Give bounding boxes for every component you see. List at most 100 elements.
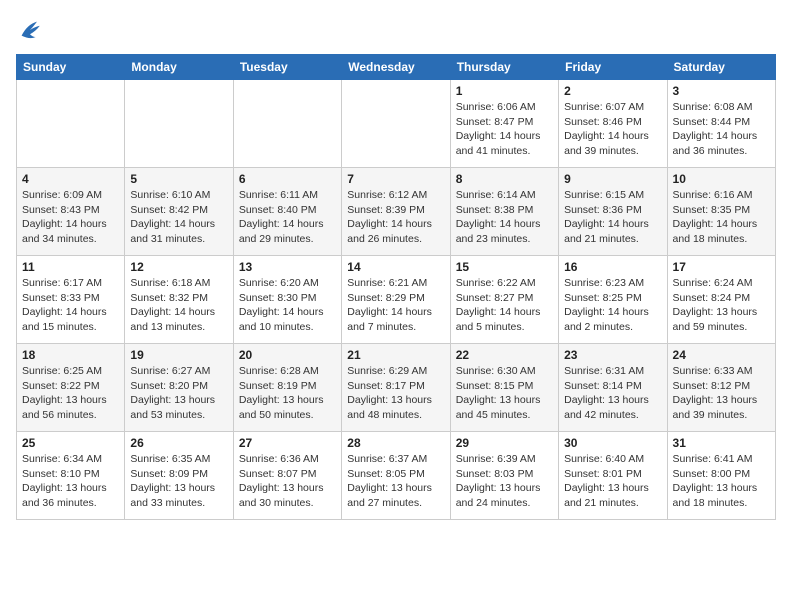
calendar-cell: 19 Sunrise: 6:27 AM Sunset: 8:20 PM Dayl… <box>125 344 233 432</box>
calendar-cell: 26 Sunrise: 6:35 AM Sunset: 8:09 PM Dayl… <box>125 432 233 520</box>
day-number: 6 <box>239 172 336 186</box>
day-detail: Sunrise: 6:12 AM Sunset: 8:39 PM Dayligh… <box>347 188 444 247</box>
calendar-cell: 21 Sunrise: 6:29 AM Sunset: 8:17 PM Dayl… <box>342 344 450 432</box>
day-number: 23 <box>564 348 661 362</box>
calendar-cell <box>233 80 341 168</box>
calendar-cell: 22 Sunrise: 6:30 AM Sunset: 8:15 PM Dayl… <box>450 344 558 432</box>
day-detail: Sunrise: 6:40 AM Sunset: 8:01 PM Dayligh… <box>564 452 661 511</box>
day-number: 13 <box>239 260 336 274</box>
calendar-cell: 7 Sunrise: 6:12 AM Sunset: 8:39 PM Dayli… <box>342 168 450 256</box>
day-number: 16 <box>564 260 661 274</box>
day-number: 29 <box>456 436 553 450</box>
day-number: 10 <box>673 172 770 186</box>
day-number: 7 <box>347 172 444 186</box>
day-detail: Sunrise: 6:31 AM Sunset: 8:14 PM Dayligh… <box>564 364 661 423</box>
calendar-week-2: 4 Sunrise: 6:09 AM Sunset: 8:43 PM Dayli… <box>17 168 776 256</box>
day-number: 28 <box>347 436 444 450</box>
day-detail: Sunrise: 6:18 AM Sunset: 8:32 PM Dayligh… <box>130 276 227 335</box>
weekday-header-sunday: Sunday <box>17 55 125 80</box>
day-detail: Sunrise: 6:27 AM Sunset: 8:20 PM Dayligh… <box>130 364 227 423</box>
calendar-cell: 1 Sunrise: 6:06 AM Sunset: 8:47 PM Dayli… <box>450 80 558 168</box>
day-number: 1 <box>456 84 553 98</box>
day-detail: Sunrise: 6:36 AM Sunset: 8:07 PM Dayligh… <box>239 452 336 511</box>
day-detail: Sunrise: 6:10 AM Sunset: 8:42 PM Dayligh… <box>130 188 227 247</box>
day-detail: Sunrise: 6:09 AM Sunset: 8:43 PM Dayligh… <box>22 188 119 247</box>
page-header <box>16 16 776 44</box>
day-detail: Sunrise: 6:15 AM Sunset: 8:36 PM Dayligh… <box>564 188 661 247</box>
day-detail: Sunrise: 6:29 AM Sunset: 8:17 PM Dayligh… <box>347 364 444 423</box>
day-number: 4 <box>22 172 119 186</box>
calendar-cell: 11 Sunrise: 6:17 AM Sunset: 8:33 PM Dayl… <box>17 256 125 344</box>
calendar-week-1: 1 Sunrise: 6:06 AM Sunset: 8:47 PM Dayli… <box>17 80 776 168</box>
day-number: 9 <box>564 172 661 186</box>
day-number: 5 <box>130 172 227 186</box>
calendar-cell <box>17 80 125 168</box>
day-detail: Sunrise: 6:28 AM Sunset: 8:19 PM Dayligh… <box>239 364 336 423</box>
day-number: 2 <box>564 84 661 98</box>
calendar-cell: 18 Sunrise: 6:25 AM Sunset: 8:22 PM Dayl… <box>17 344 125 432</box>
day-number: 19 <box>130 348 227 362</box>
calendar-cell: 27 Sunrise: 6:36 AM Sunset: 8:07 PM Dayl… <box>233 432 341 520</box>
calendar-cell: 16 Sunrise: 6:23 AM Sunset: 8:25 PM Dayl… <box>559 256 667 344</box>
day-number: 26 <box>130 436 227 450</box>
calendar-cell: 6 Sunrise: 6:11 AM Sunset: 8:40 PM Dayli… <box>233 168 341 256</box>
day-detail: Sunrise: 6:06 AM Sunset: 8:47 PM Dayligh… <box>456 100 553 159</box>
calendar-cell: 31 Sunrise: 6:41 AM Sunset: 8:00 PM Dayl… <box>667 432 775 520</box>
day-detail: Sunrise: 6:17 AM Sunset: 8:33 PM Dayligh… <box>22 276 119 335</box>
calendar-cell: 15 Sunrise: 6:22 AM Sunset: 8:27 PM Dayl… <box>450 256 558 344</box>
day-detail: Sunrise: 6:39 AM Sunset: 8:03 PM Dayligh… <box>456 452 553 511</box>
calendar-cell: 28 Sunrise: 6:37 AM Sunset: 8:05 PM Dayl… <box>342 432 450 520</box>
day-number: 18 <box>22 348 119 362</box>
day-number: 11 <box>22 260 119 274</box>
day-number: 17 <box>673 260 770 274</box>
day-detail: Sunrise: 6:34 AM Sunset: 8:10 PM Dayligh… <box>22 452 119 511</box>
day-detail: Sunrise: 6:07 AM Sunset: 8:46 PM Dayligh… <box>564 100 661 159</box>
weekday-header-saturday: Saturday <box>667 55 775 80</box>
day-number: 15 <box>456 260 553 274</box>
day-detail: Sunrise: 6:11 AM Sunset: 8:40 PM Dayligh… <box>239 188 336 247</box>
calendar-cell: 24 Sunrise: 6:33 AM Sunset: 8:12 PM Dayl… <box>667 344 775 432</box>
day-detail: Sunrise: 6:16 AM Sunset: 8:35 PM Dayligh… <box>673 188 770 247</box>
day-detail: Sunrise: 6:35 AM Sunset: 8:09 PM Dayligh… <box>130 452 227 511</box>
day-detail: Sunrise: 6:22 AM Sunset: 8:27 PM Dayligh… <box>456 276 553 335</box>
calendar-cell: 20 Sunrise: 6:28 AM Sunset: 8:19 PM Dayl… <box>233 344 341 432</box>
day-detail: Sunrise: 6:23 AM Sunset: 8:25 PM Dayligh… <box>564 276 661 335</box>
calendar-cell: 2 Sunrise: 6:07 AM Sunset: 8:46 PM Dayli… <box>559 80 667 168</box>
day-detail: Sunrise: 6:20 AM Sunset: 8:30 PM Dayligh… <box>239 276 336 335</box>
weekday-header-wednesday: Wednesday <box>342 55 450 80</box>
day-number: 21 <box>347 348 444 362</box>
calendar-week-4: 18 Sunrise: 6:25 AM Sunset: 8:22 PM Dayl… <box>17 344 776 432</box>
day-number: 20 <box>239 348 336 362</box>
logo <box>16 16 48 44</box>
calendar-cell: 12 Sunrise: 6:18 AM Sunset: 8:32 PM Dayl… <box>125 256 233 344</box>
day-detail: Sunrise: 6:21 AM Sunset: 8:29 PM Dayligh… <box>347 276 444 335</box>
day-number: 25 <box>22 436 119 450</box>
calendar-week-3: 11 Sunrise: 6:17 AM Sunset: 8:33 PM Dayl… <box>17 256 776 344</box>
calendar-cell: 10 Sunrise: 6:16 AM Sunset: 8:35 PM Dayl… <box>667 168 775 256</box>
day-number: 3 <box>673 84 770 98</box>
calendar-cell: 29 Sunrise: 6:39 AM Sunset: 8:03 PM Dayl… <box>450 432 558 520</box>
logo-bird-icon <box>16 16 44 44</box>
calendar-cell: 13 Sunrise: 6:20 AM Sunset: 8:30 PM Dayl… <box>233 256 341 344</box>
day-number: 24 <box>673 348 770 362</box>
day-detail: Sunrise: 6:25 AM Sunset: 8:22 PM Dayligh… <box>22 364 119 423</box>
calendar-cell: 17 Sunrise: 6:24 AM Sunset: 8:24 PM Dayl… <box>667 256 775 344</box>
day-detail: Sunrise: 6:37 AM Sunset: 8:05 PM Dayligh… <box>347 452 444 511</box>
calendar-cell: 5 Sunrise: 6:10 AM Sunset: 8:42 PM Dayli… <box>125 168 233 256</box>
weekday-header-thursday: Thursday <box>450 55 558 80</box>
calendar-cell: 3 Sunrise: 6:08 AM Sunset: 8:44 PM Dayli… <box>667 80 775 168</box>
calendar-cell: 23 Sunrise: 6:31 AM Sunset: 8:14 PM Dayl… <box>559 344 667 432</box>
day-detail: Sunrise: 6:24 AM Sunset: 8:24 PM Dayligh… <box>673 276 770 335</box>
day-detail: Sunrise: 6:41 AM Sunset: 8:00 PM Dayligh… <box>673 452 770 511</box>
calendar-cell <box>125 80 233 168</box>
weekday-header-monday: Monday <box>125 55 233 80</box>
day-number: 30 <box>564 436 661 450</box>
weekday-header-tuesday: Tuesday <box>233 55 341 80</box>
day-detail: Sunrise: 6:30 AM Sunset: 8:15 PM Dayligh… <box>456 364 553 423</box>
calendar-cell: 14 Sunrise: 6:21 AM Sunset: 8:29 PM Dayl… <box>342 256 450 344</box>
calendar-cell: 9 Sunrise: 6:15 AM Sunset: 8:36 PM Dayli… <box>559 168 667 256</box>
calendar-week-5: 25 Sunrise: 6:34 AM Sunset: 8:10 PM Dayl… <box>17 432 776 520</box>
day-number: 8 <box>456 172 553 186</box>
day-number: 12 <box>130 260 227 274</box>
calendar-cell: 30 Sunrise: 6:40 AM Sunset: 8:01 PM Dayl… <box>559 432 667 520</box>
